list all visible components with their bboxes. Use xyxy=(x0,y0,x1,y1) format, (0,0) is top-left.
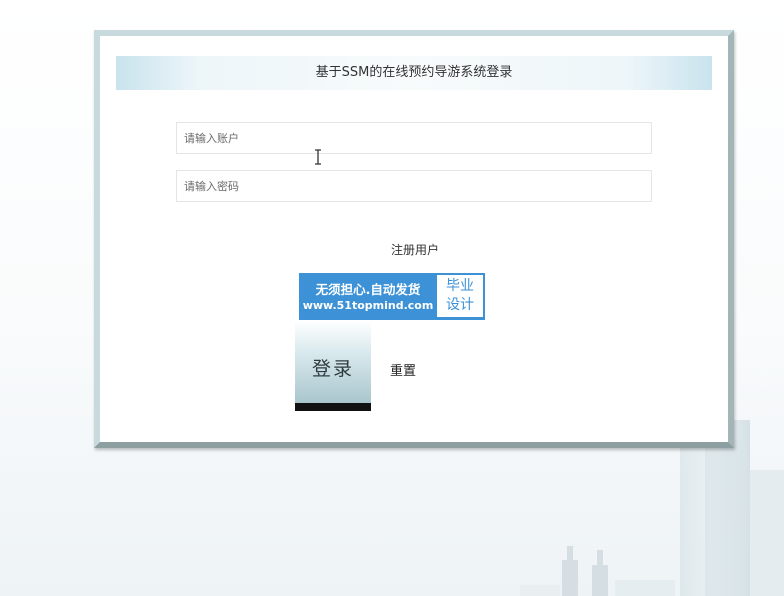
promo-badge-line1: 毕业 xyxy=(446,278,474,294)
login-button[interactable]: 登录 xyxy=(295,321,371,411)
page-title: 基于SSM的在线预约导游系统登录 xyxy=(315,65,513,80)
promo-banner[interactable]: 无须担心.自动发货 www.51topmind.com 毕业 设计 xyxy=(299,273,485,320)
register-user-link[interactable]: 注册用户 xyxy=(370,241,460,258)
promo-badge-line2: 设计 xyxy=(446,297,474,313)
promo-slogan: 无须担心.自动发货 xyxy=(315,282,421,297)
reset-button[interactable]: 重置 xyxy=(390,358,440,380)
login-button-label: 登录 xyxy=(311,357,354,380)
text-cursor-icon xyxy=(315,149,321,165)
account-input[interactable] xyxy=(176,122,652,154)
promo-text: 无须担心.自动发货 www.51topmind.com xyxy=(300,274,436,319)
login-title-bar: 基于SSM的在线预约导游系统登录 xyxy=(116,56,712,90)
login-panel: 基于SSM的在线预约导游系统登录 注册用户 无须担心.自动发货 www.51to… xyxy=(94,30,734,448)
promo-url: www.51topmind.com xyxy=(302,299,434,312)
password-input[interactable] xyxy=(176,170,652,202)
promo-badge: 毕业 设计 xyxy=(437,275,483,317)
